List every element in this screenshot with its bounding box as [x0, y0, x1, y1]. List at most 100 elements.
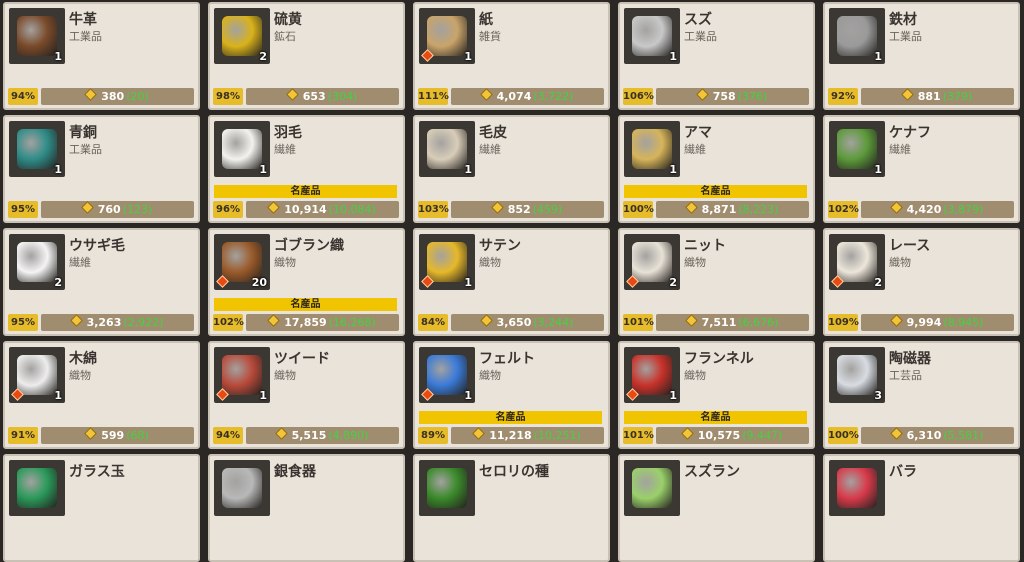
coin-icon	[684, 314, 698, 327]
price-value: 10,575	[697, 429, 741, 442]
price-bar: 3,650 (3,244)	[451, 314, 604, 331]
goods-card[interactable]: 1 フランネル 織物 名産品 101% 10,575 (9,447)	[618, 341, 815, 449]
goods-thumbnail: 1	[9, 8, 65, 64]
goods-card[interactable]: 2 ウサギ毛 繊維 95% 3,263 (2,922)	[3, 228, 200, 336]
goods-card[interactable]: 20 ゴブラン織 織物 名産品 102% 17,859 (16,268)	[208, 228, 405, 336]
goods-card[interactable]: セロリの種	[413, 454, 610, 562]
quantity-label: 1	[464, 50, 472, 63]
coin-icon	[680, 427, 694, 440]
specialty-banner: 名産品	[419, 411, 602, 424]
price-percent-badge: 101%	[623, 314, 654, 331]
goods-card[interactable]: 1 スズ 工業品 106% 758 (376)	[618, 2, 815, 110]
price-value: 17,859	[284, 316, 327, 329]
price-percent-badge: 92%	[828, 88, 858, 105]
profit-value: (8,223)	[738, 203, 779, 216]
quantity-label: 2	[669, 276, 677, 289]
profit-value: (16,268)	[328, 316, 376, 329]
goods-thumbnail: 2	[214, 8, 270, 64]
goods-card[interactable]: 1 アマ 繊維 名産品 100% 8,871 (8,223)	[618, 115, 815, 223]
goods-card[interactable]: 銀食器	[208, 454, 405, 562]
goods-card[interactable]: 1 毛皮 繊維 103% 852 (459)	[413, 115, 610, 223]
goods-category: 織物	[889, 256, 911, 269]
price-percent-badge: 84%	[418, 314, 448, 331]
goods-card[interactable]: 1 羽毛 繊維 名産品 96% 10,914 (10,084)	[208, 115, 405, 223]
price-value: 380	[101, 90, 125, 103]
price-percent-badge: 95%	[8, 314, 38, 331]
goods-card[interactable]: スズラン	[618, 454, 815, 562]
goods-thumbnail: 1	[829, 8, 885, 64]
goods-category: 工芸品	[889, 369, 922, 382]
goods-card[interactable]: 2 ニット 織物 101% 7,511 (6,676)	[618, 228, 815, 336]
sulfur-ore-icon	[222, 16, 262, 56]
flannel-icon	[632, 355, 672, 395]
price-value: 7,511	[701, 316, 737, 329]
goods-card[interactable]: 1 牛革 工業品 94% 380 (20)	[3, 2, 200, 110]
goods-name: アマ	[684, 125, 712, 141]
quantity-label: 1	[259, 163, 267, 176]
price-value: 9,994	[906, 316, 942, 329]
goods-thumbnail: 1	[829, 121, 885, 177]
felt-icon	[427, 355, 467, 395]
goods-card[interactable]: 1 フェルト 織物 名産品 89% 11,218 (10,251)	[413, 341, 610, 449]
profit-value: (379)	[942, 90, 973, 103]
coin-icon	[472, 427, 486, 440]
goods-card[interactable]: 2 硫黄 鉱石 98% 653 (304)	[208, 2, 405, 110]
goods-thumbnail: 1	[624, 121, 680, 177]
coin-icon	[267, 314, 281, 327]
goods-thumbnail: 1	[624, 8, 680, 64]
goods-name: セロリの種	[479, 464, 549, 480]
goods-thumbnail: 1	[9, 347, 65, 403]
price-bar: 11,218 (10,251)	[451, 427, 604, 444]
goods-name: スズラン	[684, 464, 740, 480]
coin-icon	[695, 88, 709, 101]
goods-category: 工業品	[684, 30, 717, 43]
coin-icon	[80, 201, 94, 214]
goods-category: 織物	[684, 369, 706, 382]
price-percent-badge: 106%	[623, 88, 654, 105]
goods-name: ガラス玉	[69, 464, 125, 480]
goods-name: 木綿	[69, 351, 97, 367]
goods-name: 青銅	[69, 125, 97, 141]
goods-card[interactable]: 1 紙雑貨 111% 4,074 (3,722)	[413, 2, 610, 110]
iron-bar-icon	[837, 16, 877, 56]
coin-icon	[84, 427, 98, 440]
goods-name: 硫黄	[274, 12, 302, 28]
goods-card[interactable]: 2 レース 織物 109% 9,994 (8,945)	[823, 228, 1020, 336]
goods-category: 織物	[479, 256, 501, 269]
goods-name: 羽毛	[274, 125, 302, 141]
price-bar: 653 (304)	[246, 88, 399, 105]
coin-icon	[69, 314, 83, 327]
profit-value: (6,676)	[738, 316, 779, 329]
goods-thumbnail	[829, 460, 885, 516]
coin-icon	[889, 314, 903, 327]
price-value: 6,310	[906, 429, 942, 442]
goods-card[interactable]: ガラス玉	[3, 454, 200, 562]
goods-category: 工業品	[69, 30, 102, 43]
quantity-label: 2	[874, 276, 882, 289]
goods-name: 銀食器	[274, 464, 316, 480]
tin-ingot-icon	[632, 16, 672, 56]
price-percent-badge: 102%	[828, 201, 859, 218]
quantity-label: 1	[464, 276, 472, 289]
goods-card[interactable]: 1 ツイード 織物 94% 5,515 (4,890)	[208, 341, 405, 449]
coin-icon	[479, 88, 493, 101]
goods-category: 繊維	[69, 256, 91, 269]
goods-category: 繊維	[479, 143, 501, 156]
profit-value: (3,722)	[533, 90, 574, 103]
feather-icon	[222, 129, 262, 169]
coin-icon	[84, 88, 98, 101]
goods-card[interactable]: バラ	[823, 454, 1020, 562]
goods-card[interactable]: 1 サテン 織物 84% 3,650 (3,244)	[413, 228, 610, 336]
goods-card[interactable]: 3 陶磁器 工芸品 100% 6,310 (5,581)	[823, 341, 1020, 449]
goods-card[interactable]: 1 鉄材 工業品 92% 881 (379)	[823, 2, 1020, 110]
goods-card[interactable]: 1 木綿 織物 91% 599 (68)	[3, 341, 200, 449]
price-bar: 7,511 (6,676)	[656, 314, 809, 331]
goods-card[interactable]: 1 青銅 工業品 95% 760 (123)	[3, 115, 200, 223]
goods-category: 織物	[479, 369, 501, 382]
specialty-banner: 名産品	[624, 185, 807, 198]
goods-thumbnail: 2	[9, 234, 65, 290]
price-bar: 4,420 (3,879)	[861, 201, 1014, 218]
goods-card[interactable]: 1 ケナフ 繊維 102% 4,420 (3,879)	[823, 115, 1020, 223]
price-bar: 380 (20)	[41, 88, 194, 105]
goods-thumbnail: 1	[419, 347, 475, 403]
